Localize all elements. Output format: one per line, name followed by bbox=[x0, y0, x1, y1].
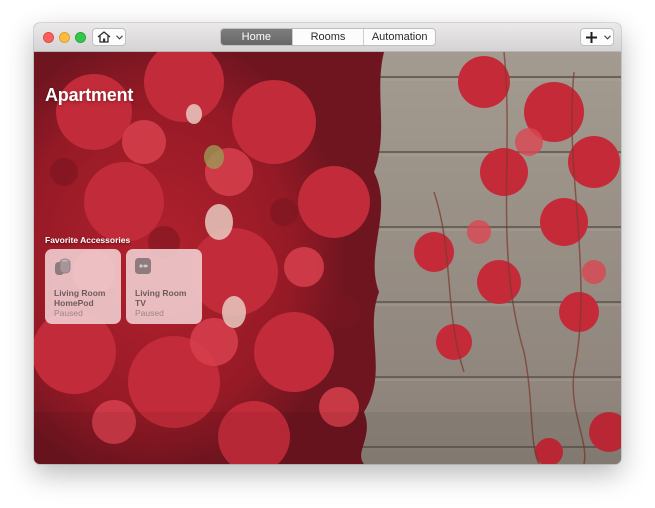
accessory-status: Paused bbox=[135, 308, 164, 318]
home-app-window: Home Rooms Automation Apartment Favorite… bbox=[34, 23, 621, 464]
ivy-wallpaper bbox=[34, 52, 621, 464]
view-tab-control: Home Rooms Automation bbox=[220, 28, 436, 46]
favorites-section-label: Favorite Accessories bbox=[45, 235, 131, 245]
tab-rooms[interactable]: Rooms bbox=[291, 29, 364, 45]
title-bar: Home Rooms Automation bbox=[34, 23, 621, 52]
chevron-down-icon bbox=[116, 35, 123, 40]
accessory-status: Paused bbox=[54, 308, 83, 318]
accessory-name: Living Room TV bbox=[135, 288, 187, 308]
tab-home[interactable]: Home bbox=[221, 29, 292, 45]
accessory-name: Living Room HomePod bbox=[54, 288, 106, 308]
zoom-window-button[interactable] bbox=[75, 32, 86, 43]
close-window-button[interactable] bbox=[43, 32, 54, 43]
home-picker-button[interactable] bbox=[92, 28, 126, 46]
apple-tv-icon bbox=[135, 258, 151, 274]
accessory-tile-homepod[interactable]: Living Room HomePod Paused bbox=[45, 249, 121, 324]
home-content: Apartment Favorite Accessories Living Ro… bbox=[34, 52, 621, 464]
chevron-down-icon bbox=[604, 35, 611, 40]
plus-icon bbox=[586, 32, 597, 43]
minimize-window-button[interactable] bbox=[59, 32, 70, 43]
home-title: Apartment bbox=[45, 85, 134, 105]
add-menu-button[interactable] bbox=[580, 28, 614, 46]
tab-automation[interactable]: Automation bbox=[363, 29, 435, 45]
homepod-icon bbox=[55, 258, 71, 275]
accessory-tile-tv[interactable]: Living Room TV Paused bbox=[126, 249, 202, 324]
house-icon bbox=[97, 31, 111, 43]
